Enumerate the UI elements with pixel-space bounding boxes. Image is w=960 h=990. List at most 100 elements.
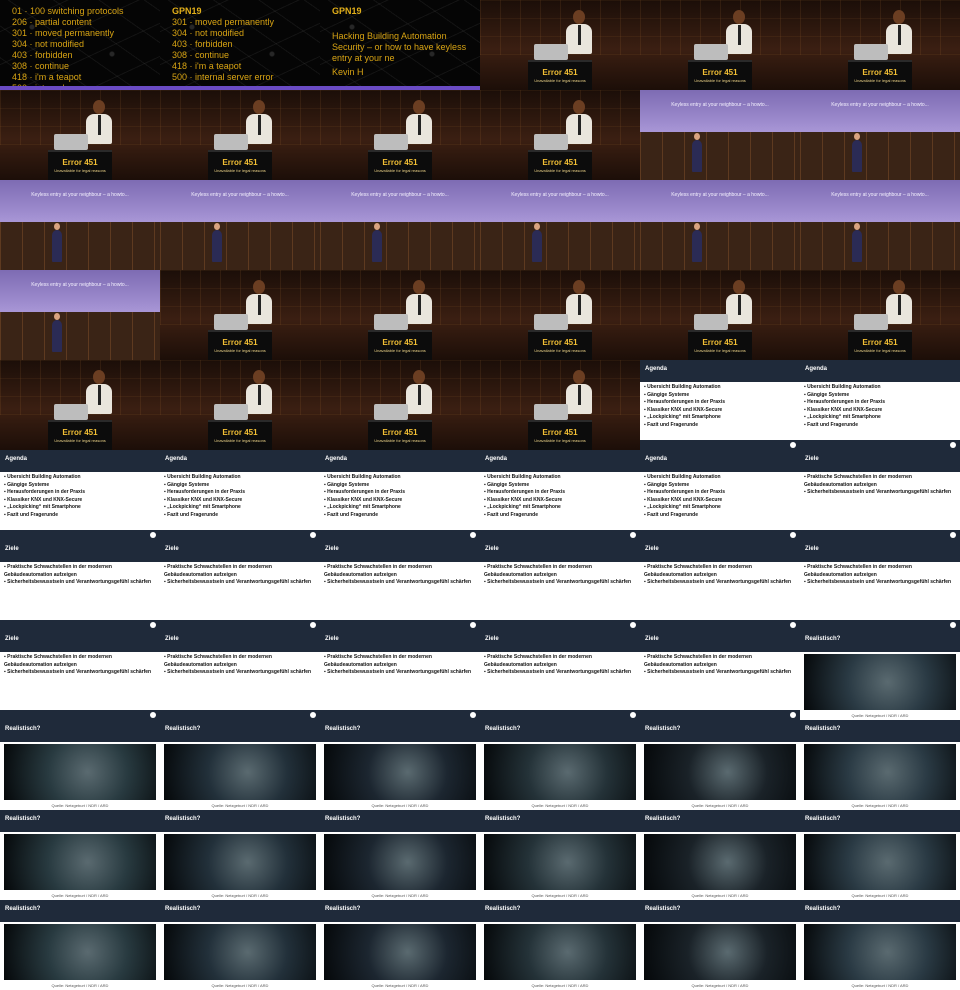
thumbnail-realistisch[interactable]: Realistisch? Quelle: Netzgeburt / NDR / … [0,720,160,810]
thumbnail-speaker[interactable]: Error 451 Unavailable for legal reasons [480,0,640,90]
bullet-item: Sicherheitsbewusstsein und Verantwortung… [484,669,636,677]
thumbnail-ziele[interactable]: Ziele Praktische Schwachstellen in der m… [480,540,640,630]
thumbnail-agenda[interactable]: Agenda Übersicht Building AutomationGäng… [640,360,800,450]
thumbnail-speaker[interactable]: Error 451 Unavailable for legal reasons [800,0,960,90]
thumbnail-ziele[interactable]: Ziele Praktische Schwachstellen in der m… [320,540,480,630]
thumbnail-speaker[interactable]: Error 451 Unavailable for legal reasons [160,270,320,360]
thumbnail-speaker[interactable]: Error 451 Unavailable for legal reasons [640,0,800,90]
image-source: Quelle: Netzgeburt / NDR / ARD [51,893,109,898]
slide-header: Realistisch? [480,900,640,922]
thumbnail-agenda[interactable]: Agenda Übersicht Building AutomationGäng… [0,450,160,540]
thumbnail-realistisch[interactable]: Realistisch? Quelle: Netzgeburt / NDR / … [0,810,160,900]
speaker-tie [578,295,581,315]
bullet-item: Herausforderungen in der Praxis [804,399,956,407]
page-indicator-icon [310,532,316,538]
thumbnail-intro[interactable]: Keyless entry at your neighbour – a howt… [640,180,800,270]
film-still [484,924,636,980]
thumbnail-speaker[interactable]: Error 451 Unavailable for legal reasons [800,270,960,360]
thumbnail-realistisch[interactable]: Realistisch? Quelle: Netzgeburt / NDR / … [800,900,960,990]
film-still [164,744,316,800]
slide-footer [320,710,480,720]
thumbnail-ziele[interactable]: Ziele Praktische Schwachstellen in der m… [800,450,960,540]
thumbnail-speaker[interactable]: Error 451 Unavailable for legal reasons [480,270,640,360]
thumbnail-speaker[interactable]: Error 451 Unavailable for legal reasons [320,360,480,450]
slide-footer [640,710,800,720]
thumbnail-ziele[interactable]: Ziele Praktische Schwachstellen in der m… [640,540,800,630]
thumbnail-ziele[interactable]: Ziele Praktische Schwachstellen in der m… [640,630,800,720]
thumbnail-ziele[interactable]: Ziele Praktische Schwachstellen in der m… [0,540,160,630]
thumbnail-realistisch[interactable]: Realistisch? Quelle: Netzgeburt / NDR / … [160,810,320,900]
thumbnail-ziele[interactable]: Ziele Praktische Schwachstellen in der m… [800,540,960,630]
thumbnail-ziele[interactable]: Ziele Praktische Schwachstellen in der m… [0,630,160,720]
thumbnail-realistisch[interactable]: Realistisch? Quelle: Netzgeburt / NDR / … [640,900,800,990]
speaker-tie [578,115,581,135]
thumbnail-realistisch[interactable]: Realistisch? Quelle: Netzgeburt / NDR / … [160,900,320,990]
thumbnail-intro[interactable]: Keyless entry at your neighbour – a howt… [0,270,160,360]
thumbnail-realistisch[interactable]: Realistisch? Quelle: Netzgeburt / NDR / … [480,900,640,990]
thumbnail-realistisch[interactable]: Realistisch? Quelle: Netzgeburt / NDR / … [320,810,480,900]
thumbnail-realistisch[interactable]: Realistisch? Quelle: Netzgeburt / NDR / … [320,720,480,810]
thumbnail-speaker[interactable]: Error 451 Unavailable for legal reasons [480,90,640,180]
slide-title: Ziele [165,546,179,552]
error-subtitle: Unavailable for legal reasons [54,168,106,173]
thumbnail-realistisch[interactable]: Realistisch? Quelle: Netzgeburt / NDR / … [320,900,480,990]
thumbnail-ziele[interactable]: Ziele Praktische Schwachstellen in der m… [160,540,320,630]
image-source: Quelle: Netzgeburt / NDR / ARD [531,893,589,898]
thumbnail-title-slide[interactable]: 01 · 100 switching protocols 206 · partia… [0,0,160,90]
thumbnail-realistisch[interactable]: Realistisch? Quelle: Netzgeburt / NDR / … [800,630,960,720]
thumbnail-speaker[interactable]: Error 451 Unavailable for legal reasons [320,270,480,360]
thumbnail-title-slide[interactable]: GPN19 Hacking Building Automation Securi… [320,0,480,90]
slide-bullets: Praktische Schwachstellen in der moderne… [804,564,956,587]
laptop-icon [534,404,568,420]
thumbnail-ziele[interactable]: Ziele Praktische Schwachstellen in der m… [480,630,640,720]
thumbnail-intro[interactable]: Keyless entry at your neighbour – a howt… [0,180,160,270]
thumbnail-intro[interactable]: Keyless entry at your neighbour – a howt… [320,180,480,270]
thumbnail-agenda[interactable]: Agenda Übersicht Building AutomationGäng… [160,450,320,540]
thumbnail-intro[interactable]: Keyless entry at your neighbour – a howt… [160,180,320,270]
thumbnail-agenda[interactable]: Agenda Übersicht Building AutomationGäng… [640,450,800,540]
thumbnail-agenda[interactable]: Agenda Übersicht Building AutomationGäng… [320,450,480,540]
thumbnail-agenda[interactable]: Agenda Übersicht Building AutomationGäng… [480,450,640,540]
projection-screen: Keyless entry at your neighbour – a howt… [0,270,160,312]
speaker-figure [566,370,592,414]
thumbnail-speaker[interactable]: Error 451 Unavailable for legal reasons [160,360,320,450]
image-source: Quelle: Netzgeburt / NDR / ARD [531,983,589,988]
thumbnail-intro[interactable]: Keyless entry at your neighbour – a howt… [480,180,640,270]
speaker-head [573,100,585,114]
thumbnail-intro[interactable]: Keyless entry at your neighbour – a howt… [800,180,960,270]
bullet-item: Klassiker KNX und KNX-Secure [484,497,636,505]
speaker-tie [418,295,421,315]
thumbnail-realistisch[interactable]: Realistisch? Quelle: Netzgeburt / NDR / … [640,720,800,810]
thumbnail-realistisch[interactable]: Realistisch? Quelle: Netzgeburt / NDR / … [0,900,160,990]
thumbnail-speaker[interactable]: Error 451 Unavailable for legal reasons [160,90,320,180]
thumbnail-speaker[interactable]: Error 451 Unavailable for legal reasons [480,360,640,450]
thumbnail-realistisch[interactable]: Realistisch? Quelle: Netzgeburt / NDR / … [640,810,800,900]
page-indicator-icon [150,712,156,718]
image-source: Quelle: Netzgeburt / NDR / ARD [691,803,749,808]
slide-title: Ziele [485,636,499,642]
thumbnail-speaker[interactable]: Error 451 Unavailable for legal reasons [0,90,160,180]
thumbnail-speaker[interactable]: Error 451 Unavailable for legal reasons [320,90,480,180]
slide-title: Realistisch? [645,906,681,912]
thumbnail-ziele[interactable]: Ziele Praktische Schwachstellen in der m… [320,630,480,720]
thumbnail-realistisch[interactable]: Realistisch? Quelle: Netzgeburt / NDR / … [480,720,640,810]
thumbnail-agenda[interactable]: Agenda Übersicht Building AutomationGäng… [800,360,960,450]
bullet-item: Praktische Schwachstellen in der moderne… [164,564,316,579]
thumbnail-realistisch[interactable]: Realistisch? Quelle: Netzgeburt / NDR / … [800,720,960,810]
podium: Error 451 Unavailable for legal reasons [528,60,592,90]
thumbnail-realistisch[interactable]: Realistisch? Quelle: Netzgeburt / NDR / … [160,720,320,810]
thumbnail-realistisch[interactable]: Realistisch? Quelle: Netzgeburt / NDR / … [480,810,640,900]
thumbnail-intro[interactable]: Keyless entry at your neighbour – a howt… [800,90,960,180]
thumbnail-intro[interactable]: Keyless entry at your neighbour – a howt… [640,90,800,180]
thumbnail-speaker[interactable]: Error 451 Unavailable for legal reasons [640,270,800,360]
thumbnail-speaker[interactable]: Error 451 Unavailable for legal reasons [0,360,160,450]
thumbnail-ziele[interactable]: Ziele Praktische Schwachstellen in der m… [160,630,320,720]
thumbnail-realistisch[interactable]: Realistisch? Quelle: Netzgeburt / NDR / … [800,810,960,900]
page-indicator-icon [150,532,156,538]
slide-header: Realistisch? [640,720,800,742]
status-line: 403 · forbidden [12,50,73,60]
image-source: Quelle: Netzgeburt / NDR / ARD [371,803,429,808]
thumbnail-title-slide[interactable]: GPN19 301 · moved permanently 304 · not mo… [160,0,320,90]
presenter-figure [532,223,542,262]
projection-screen: Keyless entry at your neighbour – a howt… [800,90,960,132]
